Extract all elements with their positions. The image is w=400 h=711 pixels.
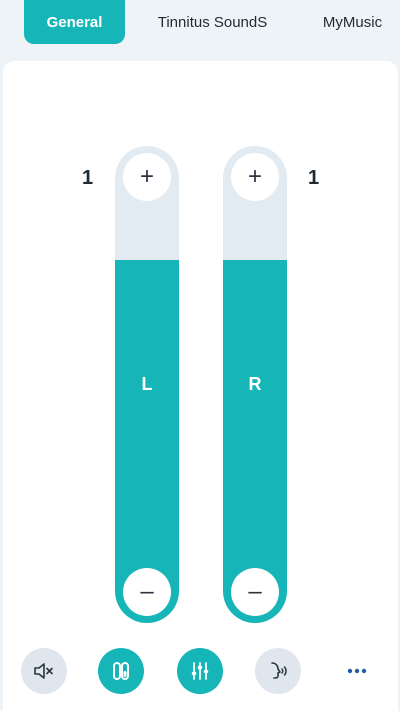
tab-bar: General Tinnitus SoundS MyMusic [0, 0, 400, 44]
more-icon [347, 668, 367, 674]
tab-general[interactable]: General [24, 0, 125, 44]
left-minus-button[interactable]: – [123, 568, 171, 616]
mute-icon [34, 663, 53, 679]
equalizer-button[interactable] [177, 648, 223, 694]
left-channel-label: L [141, 374, 153, 394]
voice-button[interactable] [255, 648, 301, 694]
tab-mymusic[interactable]: MyMusic [305, 0, 400, 44]
right-plus-button[interactable]: + [231, 153, 279, 201]
left-level-value: 1 [82, 167, 94, 189]
right-level-value: 1 [308, 167, 320, 189]
right-volume-slider[interactable]: + R – [223, 146, 287, 623]
left-volume-slider[interactable]: + L – [115, 146, 179, 623]
earbuds-icon [113, 662, 129, 680]
left-plus-button[interactable]: + [123, 153, 171, 201]
equalizer-icon [191, 662, 209, 680]
volume-panel [3, 61, 398, 711]
bottom-toolbar [0, 648, 400, 694]
voice-icon [271, 662, 287, 679]
mute-button[interactable] [21, 648, 67, 694]
right-channel-label: R [248, 374, 262, 394]
earbuds-button[interactable] [98, 648, 144, 694]
more-button[interactable] [334, 648, 380, 694]
right-minus-button[interactable]: – [231, 568, 279, 616]
tab-tinnitus-sounds[interactable]: Tinnitus SoundS [140, 0, 285, 44]
